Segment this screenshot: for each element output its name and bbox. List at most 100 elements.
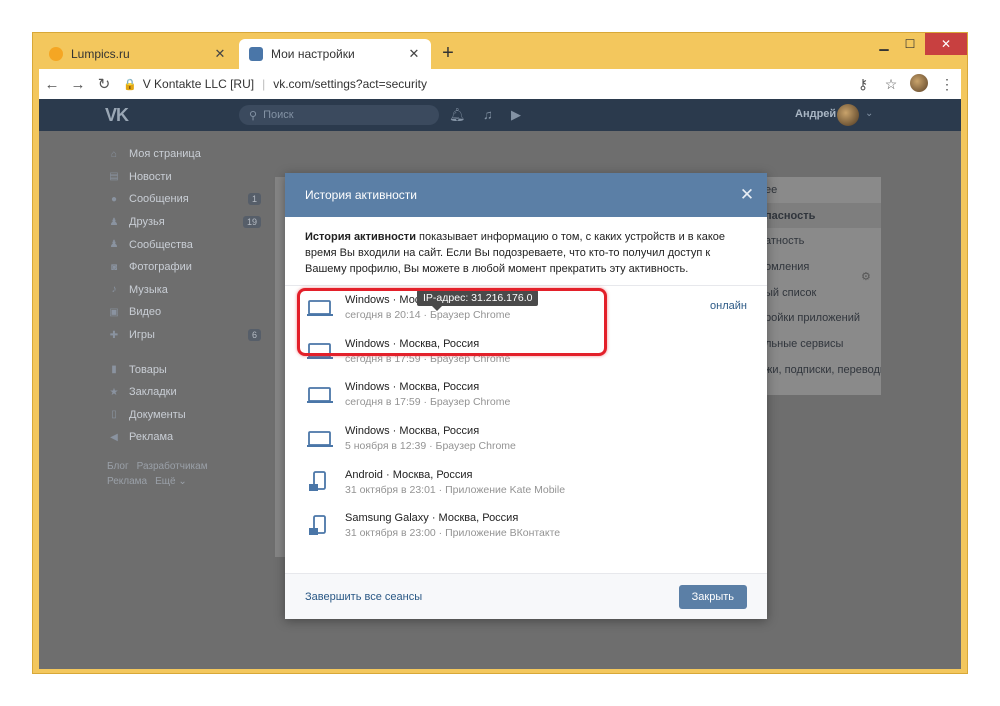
lock-icon: 🔒 bbox=[123, 78, 137, 91]
reload-icon[interactable]: ↻ bbox=[91, 75, 117, 93]
session-client: Браузер Chrome bbox=[429, 309, 511, 322]
bell-icon[interactable]: 🔔︎ bbox=[449, 107, 466, 123]
session-list: Windows · Москва, Россия сегодня в 20:14… bbox=[285, 286, 767, 574]
end-all-sessions-link[interactable]: Завершить все сеансы bbox=[305, 591, 679, 603]
session-device-line: Samsung Galaxy · Москва, Россия bbox=[345, 512, 519, 525]
session-time: 31 октября в 23:01 bbox=[345, 483, 436, 496]
gamepad-icon: ✚ bbox=[109, 329, 119, 341]
chevron-down-icon[interactable]: ⌄ bbox=[865, 108, 873, 119]
settings-item[interactable]: ройки приложений bbox=[759, 305, 881, 331]
nav-item-my-page[interactable]: ⌂ Моя страница bbox=[107, 143, 267, 166]
home-icon: ⌂ bbox=[110, 148, 118, 160]
nav-item-goods[interactable]: ▮ Товары bbox=[107, 358, 267, 381]
session-row[interactable]: Android · Москва, Россия 31 октября в 23… bbox=[285, 460, 767, 504]
settings-item[interactable]: ый список bbox=[759, 280, 881, 306]
laptop-icon bbox=[307, 384, 333, 406]
location: Москва, Россия bbox=[438, 512, 519, 525]
back-arrow-icon[interactable]: ← bbox=[39, 76, 65, 93]
device-name: Windows bbox=[345, 294, 390, 307]
nav-item-documents[interactable]: ▯ Документы bbox=[107, 404, 267, 427]
settings-item[interactable]: жи, подписки, переводы bbox=[759, 357, 881, 383]
maximize-button[interactable]: ☐ bbox=[897, 33, 923, 55]
device-name: Android bbox=[345, 468, 383, 481]
nav-item-games[interactable]: ✚ Игры 6 bbox=[107, 324, 267, 347]
nav-item-video[interactable]: ▣ Видео bbox=[107, 301, 267, 324]
gear-icon[interactable]: ⚙ bbox=[861, 270, 871, 283]
music-note-icon[interactable]: ♫ bbox=[483, 107, 493, 122]
nav-item-music[interactable]: ♪ Музыка bbox=[107, 279, 267, 302]
location: Москва, Россия bbox=[392, 468, 473, 481]
modal-description: История активности показывает информацию… bbox=[285, 217, 767, 285]
footer-link-developers[interactable]: Разработчикам bbox=[137, 461, 208, 476]
left-nav: ⌂ Моя страница ▤ Новости ● Сообщения 1 ♟ Друз… bbox=[107, 143, 267, 491]
menu-dots-icon[interactable]: ⋮ bbox=[933, 76, 961, 93]
nav-label: Игры bbox=[129, 329, 155, 342]
profile-avatar-icon[interactable] bbox=[905, 73, 933, 95]
nav-footer: Реклама Ещё ⌄ bbox=[107, 476, 267, 491]
nav-item-photos[interactable]: ◙ Фотографии bbox=[107, 256, 267, 279]
window-close-button[interactable]: ✕ bbox=[925, 33, 967, 55]
nav-item-friends[interactable]: ♟ Друзья 19 bbox=[107, 211, 267, 234]
nav-label: Видео bbox=[129, 306, 162, 319]
video-icon: ▣ bbox=[109, 306, 119, 318]
footer-link-ads[interactable]: Реклама bbox=[107, 476, 147, 491]
nav-item-groups[interactable]: ♟ Сообщества bbox=[107, 233, 267, 256]
session-time: сегодня в 17:59 bbox=[345, 352, 421, 365]
forward-arrow-icon[interactable]: → bbox=[65, 76, 91, 93]
session-row[interactable]: Windows · Москва, Россия 5 ноября в 12:3… bbox=[285, 417, 767, 461]
settings-item[interactable]: льные сервисы bbox=[759, 331, 881, 357]
search-input[interactable]: ⚲ Поиск bbox=[239, 105, 439, 125]
tab-close-icon[interactable]: ✕ bbox=[213, 46, 227, 62]
tab-close-icon[interactable]: ✕ bbox=[407, 46, 421, 62]
nav-badge: 6 bbox=[247, 329, 261, 342]
avatar[interactable] bbox=[837, 104, 859, 126]
session-time-line: сегодня в 17:59 · Браузер Chrome bbox=[345, 396, 511, 409]
bookmark-star-icon[interactable]: ☆ bbox=[877, 76, 905, 93]
nav-label: Документы bbox=[129, 408, 186, 421]
settings-item-selected[interactable]: пасность bbox=[759, 202, 881, 229]
nav-label: Друзья bbox=[129, 216, 165, 229]
nav-label: Реклама bbox=[129, 431, 174, 444]
nav-item-bookmarks[interactable]: ★ Закладки bbox=[107, 381, 267, 404]
session-client: Приложение ВКонтакте bbox=[445, 527, 561, 540]
session-row[interactable]: Windows · Москва, Россия сегодня в 17:59… bbox=[285, 373, 767, 417]
nav-divider bbox=[107, 449, 267, 461]
address-bar[interactable]: 🔒 V Kontakte LLC [RU] | vk.com/settings?… bbox=[117, 71, 849, 97]
vk-header: VK ⚲ Поиск 🔔︎ ♫ ▶ Андрей ⌄ bbox=[39, 99, 961, 131]
play-icon[interactable]: ▶ bbox=[511, 107, 521, 123]
vk-logo[interactable]: VK bbox=[105, 105, 129, 126]
new-tab-button[interactable]: + bbox=[437, 43, 459, 63]
nav-item-messages[interactable]: ● Сообщения 1 bbox=[107, 188, 267, 211]
session-meta: Windows · Москва, Россия сегодня в 17:59… bbox=[345, 338, 767, 365]
footer-link-more[interactable]: Ещё ⌄ bbox=[155, 476, 187, 491]
settings-item[interactable]: атность bbox=[759, 228, 881, 254]
modal-title: История активности bbox=[305, 188, 418, 202]
nav-item-ads[interactable]: ◀ Реклама bbox=[107, 426, 267, 449]
site-identity: V Kontakte LLC [RU] bbox=[142, 77, 255, 91]
ip-address-tooltip: IP-адрес: 31.216.176.0 bbox=[417, 290, 539, 311]
session-meta: Windows · Москва, Россия сегодня в 20:14… bbox=[345, 294, 767, 321]
close-button[interactable]: Закрыть bbox=[678, 584, 747, 609]
nav-divider bbox=[107, 346, 267, 358]
session-time: 5 ноября в 12:39 bbox=[345, 440, 427, 453]
minimize-button[interactable]: ▁ bbox=[871, 33, 897, 55]
modal-footer: Завершить все сеансы Закрыть bbox=[285, 573, 767, 619]
user-name[interactable]: Андрей bbox=[795, 108, 836, 120]
tab-vk-settings[interactable]: Мои настройки ✕ bbox=[239, 39, 431, 69]
key-icon[interactable]: ⚷ bbox=[849, 76, 877, 93]
session-client: Браузер Chrome bbox=[429, 396, 511, 409]
settings-menu: ее пасность атность омления ый список ро… bbox=[759, 177, 881, 395]
session-client: Браузер Chrome bbox=[435, 440, 516, 453]
location: Москва, Россия bbox=[399, 337, 480, 350]
tab-lumpics[interactable]: Lumpics.ru ✕ bbox=[39, 39, 237, 69]
document-icon: ▯ bbox=[111, 409, 117, 421]
settings-item[interactable]: ее bbox=[759, 177, 881, 203]
close-icon[interactable]: ✕ bbox=[727, 185, 767, 205]
session-device-line: Windows · Москва, Россия bbox=[345, 294, 767, 306]
nav-label: Моя страница bbox=[129, 148, 201, 161]
nav-item-news[interactable]: ▤ Новости bbox=[107, 166, 267, 189]
session-row[interactable]: Samsung Galaxy · Москва, Россия 31 октяб… bbox=[285, 504, 767, 548]
session-row[interactable]: Windows · Москва, Россия сегодня в 17:59… bbox=[285, 330, 767, 374]
footer-link-blog[interactable]: Блог bbox=[107, 461, 129, 476]
bag-icon: ▮ bbox=[111, 364, 117, 376]
